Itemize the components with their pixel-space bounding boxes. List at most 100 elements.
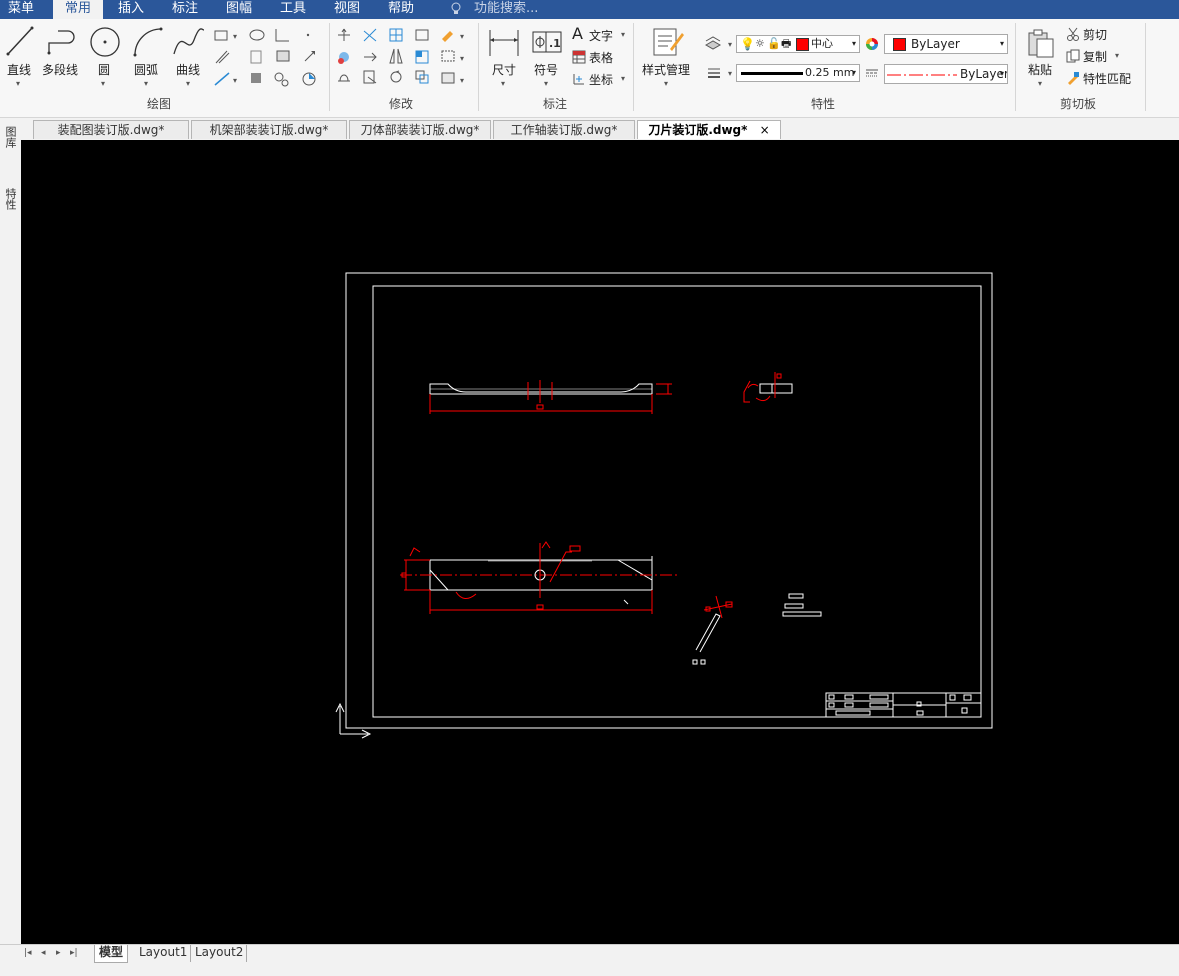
- polyline-button[interactable]: 多段线: [42, 61, 78, 78]
- next-layout-icon[interactable]: ▸: [56, 948, 61, 958]
- blade-front-view: [400, 541, 678, 614]
- paste-button[interactable]: 粘贴: [1028, 61, 1052, 78]
- match-properties-button[interactable]: 特性匹配: [1083, 70, 1131, 87]
- layer-color-swatch: [796, 38, 809, 51]
- style-manager-button[interactable]: 样式管理: [642, 61, 690, 78]
- last-layout-icon[interactable]: ▸|: [70, 948, 78, 958]
- color-wheel-icon[interactable]: [865, 37, 879, 51]
- properties-panel-tab[interactable]: 特性: [2, 188, 18, 210]
- library-panel-tab[interactable]: 图库: [2, 126, 18, 148]
- dimension-dropdown-icon[interactable]: ▾: [501, 79, 505, 88]
- sheet-outer-border: [345, 272, 993, 729]
- curve-button[interactable]: 曲线: [176, 61, 200, 78]
- polyline-icon[interactable]: [46, 27, 80, 57]
- prev-layout-icon[interactable]: ◂: [41, 948, 46, 958]
- menu-annotate[interactable]: 标注: [164, 0, 206, 19]
- arc-icon[interactable]: [132, 26, 164, 58]
- curve-dropdown-icon[interactable]: ▾: [186, 79, 190, 88]
- color-value: ByLayer: [911, 37, 960, 51]
- tab-close-icon[interactable]: ×: [760, 123, 770, 137]
- cut-button[interactable]: 剪切: [1083, 26, 1107, 43]
- tab-layout2[interactable]: Layout2: [192, 945, 248, 962]
- layout-tab-bar: |◂ ◂ ▸ ▸| 模型 Layout1 Layout2: [0, 944, 1179, 976]
- table-button[interactable]: 表格: [589, 49, 613, 66]
- menu-view[interactable]: 视图: [326, 0, 368, 19]
- lineweight-icon[interactable]: [707, 67, 721, 79]
- tab-layout1[interactable]: Layout1: [136, 945, 192, 962]
- function-search[interactable]: 功能搜索...: [474, 0, 538, 19]
- layer-manager-dropdown-icon[interactable]: ▾: [728, 40, 732, 49]
- color-dropdown-icon[interactable]: ▾: [1000, 36, 1004, 52]
- svg-text:▾: ▾: [233, 76, 237, 85]
- linetype-preview: [887, 74, 957, 76]
- paste-dropdown-icon[interactable]: ▾: [1038, 79, 1042, 88]
- text-icon[interactable]: A: [572, 24, 583, 43]
- linetype-icon[interactable]: [865, 68, 879, 78]
- copy-button[interactable]: 复制: [1083, 48, 1107, 65]
- arc-button[interactable]: 圆弧: [134, 61, 158, 78]
- symbol-icon[interactable]: .1: [532, 31, 562, 55]
- color-swatch: [893, 38, 906, 51]
- svg-text:▾: ▾: [460, 76, 464, 85]
- linetype-combo[interactable]: ByLayer ▾: [884, 64, 1008, 84]
- tab-cutter-body[interactable]: 刀体部装装订版.dwg*: [349, 120, 491, 139]
- layer-manager-icon[interactable]: [704, 35, 722, 51]
- ribbon-separator: [1145, 23, 1146, 111]
- copy-icon[interactable]: [1066, 49, 1080, 63]
- tab-assembly[interactable]: 装配图装订版.dwg*: [33, 120, 189, 139]
- text-button[interactable]: 文字: [589, 27, 613, 44]
- dimension-icon[interactable]: [488, 28, 520, 58]
- layer-combo[interactable]: 💡 ☼ 🔓 🖶 中心 ▾: [736, 35, 860, 53]
- symbol-button[interactable]: 符号: [534, 61, 558, 78]
- lineweight-combo-dropdown-icon[interactable]: ▾: [852, 65, 856, 81]
- svg-text:▾: ▾: [233, 32, 237, 41]
- coordinate-dropdown-icon[interactable]: ▾: [621, 74, 625, 83]
- tab-model[interactable]: 模型: [94, 945, 129, 963]
- circle-button[interactable]: 圆: [98, 61, 110, 78]
- modify-tools[interactable]: ▾ ▾ ▾: [336, 27, 474, 89]
- menu-insert[interactable]: 插入: [110, 0, 152, 19]
- line-dropdown-icon[interactable]: ▾: [16, 79, 20, 88]
- drawing-canvas[interactable]: [21, 140, 1179, 944]
- curve-icon[interactable]: [172, 26, 206, 58]
- scissors-icon[interactable]: [1066, 27, 1080, 41]
- circle-icon[interactable]: [89, 26, 121, 58]
- line-icon[interactable]: [5, 25, 35, 57]
- color-combo[interactable]: ByLayer ▾: [884, 34, 1008, 54]
- lineweight-combo[interactable]: 0.25 mm ▾: [736, 64, 860, 82]
- tab-frame[interactable]: 机架部装装订版.dwg*: [191, 120, 347, 139]
- lock-icon: 🔓: [767, 37, 781, 50]
- symbol-dropdown-icon[interactable]: ▾: [544, 79, 548, 88]
- paste-icon[interactable]: [1027, 27, 1055, 59]
- line-button[interactable]: 直线: [7, 61, 31, 78]
- tab-work-shaft[interactable]: 工作轴装订版.dwg*: [493, 120, 635, 139]
- menu-help[interactable]: 帮助: [380, 0, 422, 19]
- first-layout-icon[interactable]: |◂: [24, 948, 32, 958]
- document-tabs: 装配图装订版.dwg* 机架部装装订版.dwg* 刀体部装装订版.dwg* 工作…: [21, 118, 1179, 140]
- blade-section-view: [743, 372, 793, 403]
- circle-dropdown-icon[interactable]: ▾: [101, 79, 105, 88]
- ribbon: 直线 ▾ 多段线 圆 ▾ 圆弧 ▾ 曲线 ▾ ▾ ▾ 绘图 ▾ ▾ ▾ 修改 尺…: [0, 19, 1179, 118]
- tab-blade[interactable]: 刀片装订版.dwg* ×: [637, 120, 781, 139]
- menu-tools[interactable]: 工具: [272, 0, 314, 19]
- layer-dropdown-icon[interactable]: ▾: [852, 36, 856, 52]
- table-icon[interactable]: [572, 50, 586, 64]
- lineweight-dropdown-icon[interactable]: ▾: [728, 69, 732, 78]
- menu-home[interactable]: 常用: [53, 0, 103, 19]
- copy-dropdown-icon[interactable]: ▾: [1115, 51, 1119, 60]
- ribbon-separator: [633, 23, 634, 111]
- blade-top-view: [429, 380, 672, 414]
- arc-dropdown-icon[interactable]: ▾: [144, 79, 148, 88]
- dimension-button[interactable]: 尺寸: [492, 61, 516, 78]
- draw-small-tools[interactable]: ▾ ▾: [213, 27, 323, 89]
- text-dropdown-icon[interactable]: ▾: [621, 30, 625, 39]
- coordinate-button[interactable]: 坐标: [589, 71, 613, 88]
- style-manager-icon[interactable]: [652, 27, 684, 57]
- modify-group-label: 修改: [389, 97, 414, 111]
- match-properties-icon[interactable]: [1066, 71, 1080, 85]
- menu-file[interactable]: 菜单: [0, 0, 42, 19]
- linetype-dropdown-icon[interactable]: ▾: [1000, 66, 1004, 82]
- coordinate-icon[interactable]: [572, 72, 586, 86]
- menu-frame[interactable]: 图幅: [218, 0, 260, 19]
- style-manager-dropdown-icon[interactable]: ▾: [664, 79, 668, 88]
